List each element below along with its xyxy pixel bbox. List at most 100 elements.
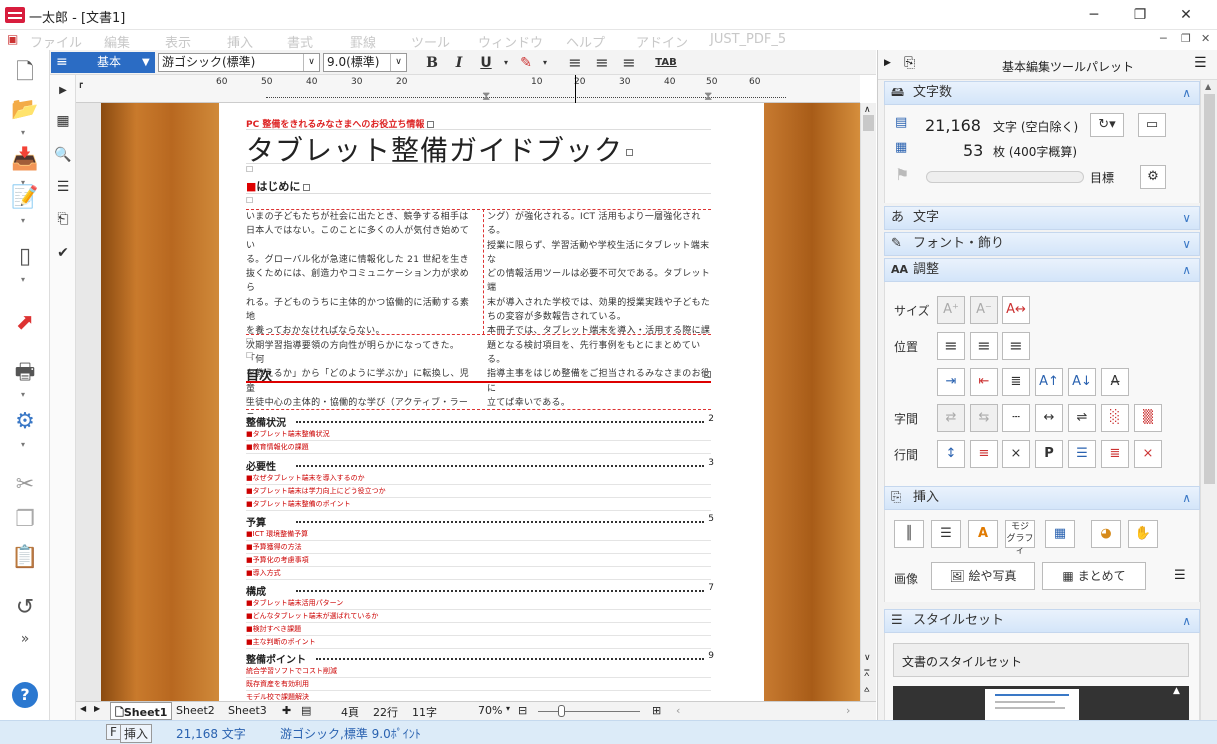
shrink-font-button[interactable]: A⁻ — [970, 296, 998, 324]
left-indent-marker[interactable]: ⧗ — [482, 89, 490, 104]
page-jump-icon[interactable]: ⎗ — [53, 209, 73, 229]
menu-just-pdf[interactable]: JUST_PDF_5 — [710, 32, 786, 47]
toc-subitem[interactable]: ■主な判断のポイント — [246, 636, 711, 649]
scroll-thumb[interactable] — [863, 115, 874, 131]
toc-entry[interactable]: 予算 5 — [246, 514, 716, 529]
zoom-in-icon[interactable]: ⊞ — [652, 704, 661, 717]
style-set-selector[interactable]: 文書のスタイルセット — [893, 643, 1189, 677]
indent-increase-button[interactable]: ⇥ — [937, 368, 965, 396]
preview-scroll-up-icon[interactable]: ▲ — [1173, 686, 1180, 696]
position-left-button[interactable]: ≡ — [937, 332, 965, 360]
section-char[interactable]: あ文字 ∨ — [884, 206, 1200, 230]
toc-subitem[interactable]: ■予算化の考慮事項 — [246, 554, 711, 567]
section-insert[interactable]: ⎘ 挿入 ∧ — [884, 486, 1200, 510]
zoom-out-icon[interactable]: ⊟ — [518, 704, 527, 717]
section-style-set[interactable]: ☰ スタイルセット ∧ — [884, 609, 1200, 633]
toc-subitem[interactable]: ■どんなタブレット端末が選ばれているか — [246, 610, 711, 623]
sheet-next-icon[interactable]: ▶ — [94, 704, 100, 713]
hscroll-left-icon[interactable]: ‹ — [676, 704, 680, 717]
line-spacing-list-button[interactable]: ☰ — [1068, 440, 1096, 468]
toc-subitem[interactable]: 既存資産を有効利用 — [246, 678, 711, 691]
toc-subitem[interactable]: ■導入方式 — [246, 567, 711, 580]
align-left-icon[interactable]: ≡ — [565, 54, 585, 72]
save-icon[interactable]: 📥 — [8, 145, 42, 175]
spacing-narrow-button[interactable]: ⇆ — [970, 404, 998, 432]
close-button[interactable]: ✕ — [1163, 0, 1209, 30]
toc-entry[interactable]: 整備ポイント 9 — [246, 651, 716, 666]
palette-menu-icon[interactable]: ☰ — [1194, 55, 1207, 71]
toc-subitem[interactable]: 統合学習ソフトでコスト削減 — [246, 665, 711, 678]
hscroll-right-icon[interactable]: › — [846, 704, 850, 717]
sheet-tab[interactable]: Sheet3 — [228, 704, 267, 717]
toc-subitem[interactable]: ■検討すべき課題 — [246, 623, 711, 636]
help-icon[interactable]: ? — [12, 682, 38, 708]
toc-subitem[interactable]: ■タブレット端末整備状況 — [246, 428, 711, 441]
toc-subitem[interactable]: ■なぜタブレット端末を導入するのか — [246, 472, 711, 485]
palette-icon[interactable]: ⎘ — [904, 55, 915, 71]
sheet-list-icon[interactable]: ▤ — [301, 704, 311, 717]
spacing-condense-button[interactable]: ⇌ — [1068, 404, 1096, 432]
spacing-fit-button[interactable]: ░ — [1101, 404, 1129, 432]
insert-vertical-textbox-button[interactable]: ║ — [894, 520, 924, 548]
raise-baseline-button[interactable]: A↑ — [1035, 368, 1063, 396]
document-settings-icon[interactable]: ⚙ — [8, 407, 42, 437]
edit-dropdown-icon[interactable]: ▾ — [21, 216, 25, 225]
menu-insert[interactable]: 挿入 — [227, 32, 253, 51]
horizontal-ruler[interactable]: ┏ 60 50 40 30 20 10 20 30 40 50 60 ⧗ ⧗ — [76, 75, 860, 103]
insert-more-button[interactable]: ✋ — [1128, 520, 1158, 548]
zoom-slider-track[interactable] — [538, 711, 640, 712]
insert-mode-indicator[interactable]: 挿入 — [120, 724, 153, 743]
tab-button[interactable]: TAB — [653, 54, 679, 72]
spacing-clear-button[interactable]: ┄ — [1002, 404, 1030, 432]
line-spacing-fit-button[interactable]: ≣ — [1101, 440, 1129, 468]
line-spacing-page-button[interactable]: P — [1035, 440, 1063, 468]
right-indent-marker[interactable]: ⧗ — [704, 89, 712, 104]
insert-shape-button[interactable]: ◕ — [1091, 520, 1121, 548]
thumbnail-grid-icon[interactable]: ▦ — [53, 111, 73, 131]
section-font-decoration[interactable]: ✎ フォント・飾り ∨ — [884, 232, 1200, 256]
menu-edit[interactable]: 編集 — [104, 32, 130, 51]
insert-together-button[interactable]: ▦ まとめて — [1042, 562, 1146, 590]
underline-button[interactable]: U — [476, 54, 496, 72]
next-page-icon[interactable]: ⩟ — [864, 685, 869, 695]
indent-decrease-button[interactable]: ⇤ — [970, 368, 998, 396]
menu-format[interactable]: 書式 — [287, 32, 313, 51]
intro-column-left[interactable]: いまの子どもたちが社会に出たとき、競争する相手は 日本人ではない。このことに多く… — [246, 210, 472, 424]
line-spacing-wide-button[interactable]: ↕ — [937, 440, 965, 468]
zoom-slider-thumb[interactable] — [558, 705, 565, 717]
position-center-button[interactable]: ≡ — [970, 332, 998, 360]
insert-moji-graphy-button[interactable]: モジ グラフィ — [1005, 520, 1035, 556]
section-adjust[interactable]: AA 調整 ∧ — [884, 258, 1200, 282]
scroll-down-icon[interactable]: ∨ — [864, 653, 871, 663]
doc-minimize-icon[interactable]: ─ — [1160, 32, 1167, 45]
copy-icon[interactable]: ❐ — [8, 505, 42, 535]
italic-button[interactable]: I — [449, 54, 469, 72]
bold-button[interactable]: B — [422, 54, 442, 72]
print-icon[interactable]: 🖶 — [8, 358, 42, 388]
document-canvas[interactable]: PC 整備をきれるみなさまへのお役立ち情報 タブレット整備ガイドブック ☐ ■は… — [76, 103, 860, 701]
spacing-expand-button[interactable]: ↔ — [1035, 404, 1063, 432]
style-preview[interactable]: ▲ — [893, 686, 1189, 720]
style-selector[interactable]: ≡ 基本 ▼ — [51, 52, 155, 73]
menu-window[interactable]: ウィンドウ — [478, 32, 543, 51]
doc-close-icon[interactable]: ✕ — [1201, 32, 1210, 45]
minimize-button[interactable]: ─ — [1071, 0, 1117, 30]
insert-symbol-button[interactable]: ▦ — [1045, 520, 1075, 548]
insert-picture-button[interactable]: 🖼 絵や写真 — [931, 562, 1035, 590]
align-center-icon[interactable]: ≡ — [592, 54, 612, 72]
open-folder-icon[interactable]: 📂 — [8, 95, 42, 125]
section-char-count[interactable]: 🖴 文字数 ∧ — [884, 81, 1200, 105]
toc-subitem[interactable]: ■ICT 環境整備予算 — [246, 528, 711, 541]
ruler-corner-icon[interactable]: ┏ — [78, 79, 83, 88]
spacing-reset-button[interactable]: ▒ — [1134, 404, 1162, 432]
zoom-level[interactable]: 70% — [478, 704, 502, 717]
refresh-count-button[interactable]: ↻▾ — [1090, 113, 1124, 137]
collapse-palette-icon[interactable]: ▶ — [884, 58, 891, 68]
line-spacing-reset-button[interactable]: ⨯ — [1134, 440, 1162, 468]
line-spacing-clear-button[interactable]: ⨯ — [1002, 440, 1030, 468]
menu-view[interactable]: 表示 — [165, 32, 191, 51]
paste-icon[interactable]: 📋 — [8, 543, 42, 573]
toc-subitem[interactable]: モデル校で課題解決 — [246, 691, 711, 701]
toc-entry[interactable]: 整備状況 2 — [246, 414, 716, 429]
menu-tools[interactable]: ツール — [411, 32, 450, 51]
